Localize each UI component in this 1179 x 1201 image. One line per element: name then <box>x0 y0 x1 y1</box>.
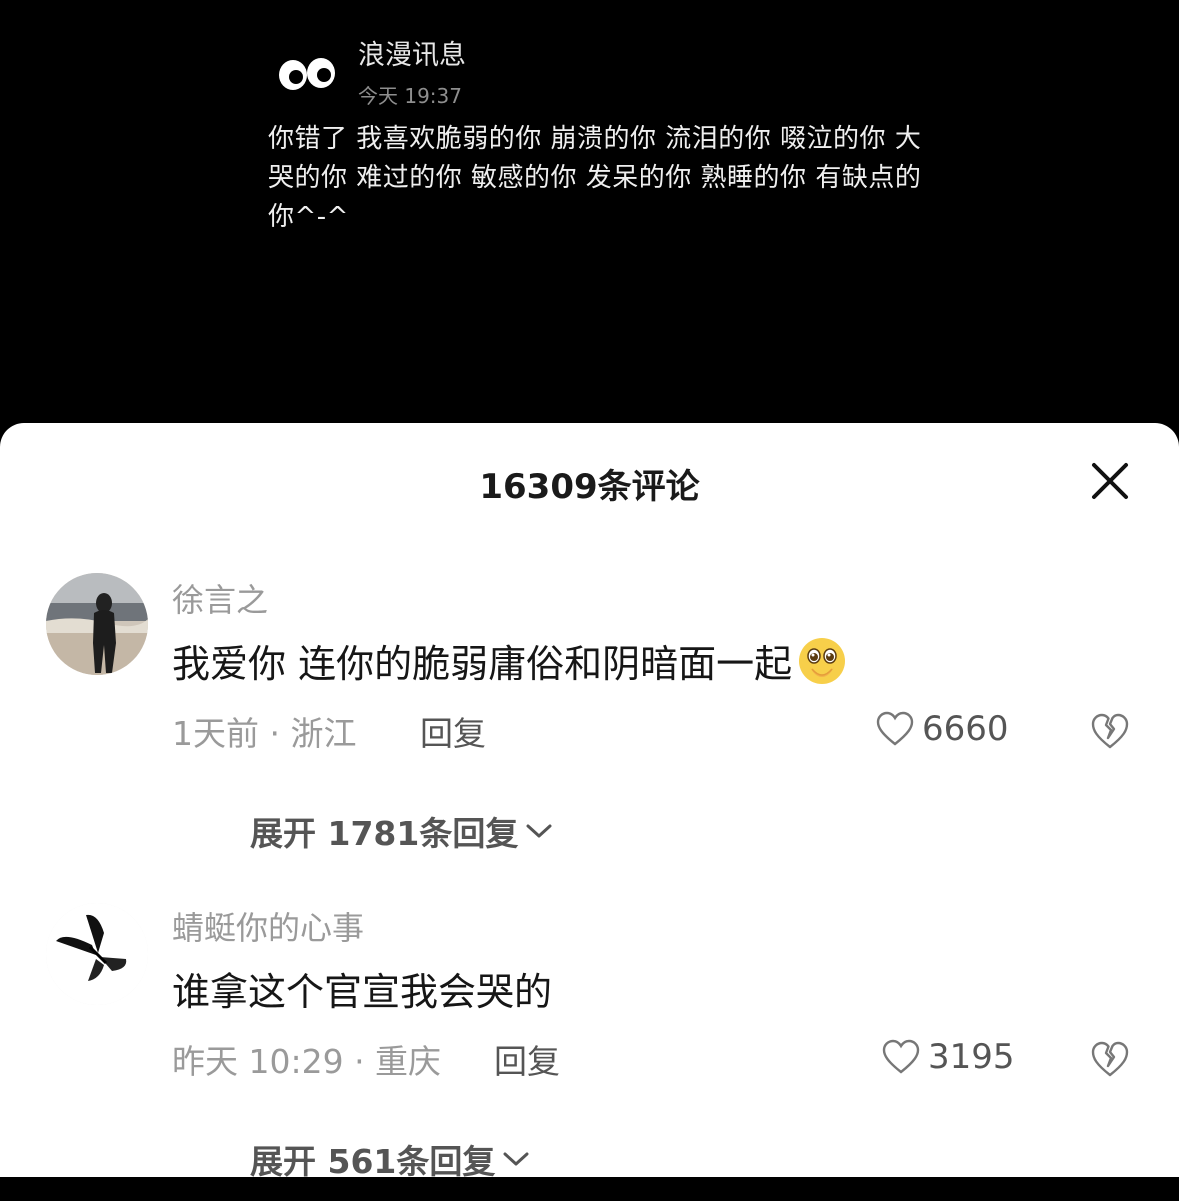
like-count: 6660 <box>922 709 1009 749</box>
comment-author[interactable]: 蜻蜓你的心事 <box>172 903 364 949</box>
comment-text: 谁拿这个官宣我会哭的 <box>172 970 553 1014</box>
avatar[interactable] <box>46 903 148 1005</box>
chevron-down-icon <box>526 824 552 838</box>
comment-count-title: 16309条评论 <box>479 467 700 507</box>
heart-icon <box>882 1039 920 1074</box>
comment-text-content: 我爱你 连你的脆弱庸俗和阴暗面一起 <box>172 642 793 686</box>
expand-replies-button[interactable]: 展开 561条回复 <box>250 1135 531 1183</box>
comment-text: 我爱你 连你的脆弱庸俗和阴暗面一起 <box>172 633 848 688</box>
chevron-down-icon <box>503 1152 529 1166</box>
expand-replies-label: 展开 561条回复 <box>250 1142 496 1181</box>
reply-button[interactable]: 回复 <box>420 707 486 755</box>
reply-button[interactable]: 回复 <box>494 1035 560 1083</box>
post-area: 浪漫讯息 今天 19:37 你错了 我喜欢脆弱的你 崩溃的你 流泪的你 啜泣的你… <box>0 0 1179 440</box>
broken-heart-icon[interactable] <box>1090 1039 1130 1079</box>
expand-replies-button[interactable]: 展开 1781条回复 <box>250 807 554 855</box>
comment-item: 蜻蜓你的心事 谁拿这个官宣我会哭的 昨天 10:29 · 重庆 回复 3195 … <box>0 901 1179 1201</box>
avatar[interactable] <box>46 573 148 675</box>
close-icon[interactable] <box>1088 459 1132 503</box>
post-author[interactable]: 浪漫讯息 <box>358 33 466 72</box>
comment-meta: 1天前 · 浙江 <box>172 714 357 753</box>
heart-icon <box>876 711 914 746</box>
like-button[interactable]: 6660 <box>876 709 1009 749</box>
broken-heart-icon[interactable] <box>1090 711 1130 751</box>
eyes-avatar-icon[interactable] <box>276 50 338 98</box>
like-button[interactable]: 3195 <box>882 1037 1015 1077</box>
post-text: 你错了 我喜欢脆弱的你 崩溃的你 流泪的你 啜泣的你 大哭的你 难过的你 敏感的… <box>268 124 922 232</box>
post-time: 今天 19:37 <box>358 84 462 108</box>
like-count: 3195 <box>928 1037 1015 1077</box>
comment-meta: 昨天 10:29 · 重庆 <box>172 1042 442 1081</box>
comment-author[interactable]: 徐言之 <box>172 575 268 621</box>
face-holding-back-tears-icon <box>799 638 846 684</box>
comments-sheet: 16309条评论 徐言之 我爱你 连你的脆弱庸俗和阴暗面一起 1天前 · 浙江 … <box>0 423 1179 1181</box>
expand-replies-label: 展开 1781条回复 <box>250 814 519 853</box>
comment-item: 徐言之 我爱你 连你的脆弱庸俗和阴暗面一起 1天前 · 浙江 回复 6660 展… <box>0 573 1179 873</box>
